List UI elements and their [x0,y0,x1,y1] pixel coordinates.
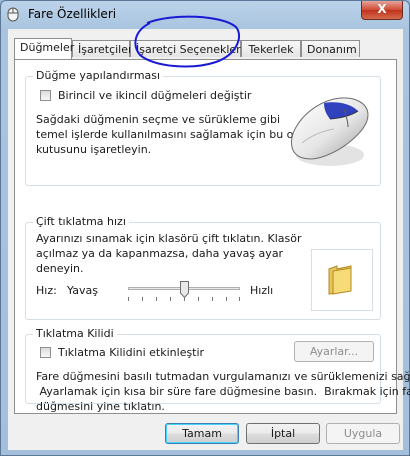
button-config-description-line-1: Sağdaki düğmenin seçme ve sürükleme gibi [36,113,281,126]
mouse-illustration [291,97,369,166]
click-lock-description-line-3: düğmesini yine tıklatın. [36,400,165,413]
speed-label: Hız: [36,284,57,297]
slider-tick [198,297,199,301]
slider-tick [239,297,240,301]
mouse-app-icon [7,7,19,22]
window-title: Fare Özellikleri [28,7,117,21]
cancel-button[interactable]: İptal [246,423,320,444]
tab-hardware[interactable]: Donanım [301,40,360,57]
slider-thumb[interactable] [179,281,189,298]
button-config-description-line-2: temel işlerde kullanılmasını sağlamak iç… [36,128,314,141]
double-click-description-line-3: deneyin. [36,262,84,275]
tab-panel-buttons: Düğme yapılandırması Birincil ve ikincil… [14,59,410,414]
close-button[interactable]: X [361,1,403,20]
tab-buttons[interactable]: Düğmeler [14,38,74,59]
tab-pointers[interactable]: İşaretçiler [72,40,133,57]
apply-button[interactable]: Uygula [326,423,400,444]
tab-pointer-options[interactable]: İşaretçi Seçenekleri [130,40,244,57]
click-lock-group: Tıklatma Kilidi Tıklatma Kilidini etkinl… [25,327,410,413]
slider-tick [142,297,143,301]
slow-label: Yavaş [67,284,98,297]
click-lock-description-line-1: Fare düğmesini basılı tutmadan vurgulama… [36,370,410,383]
slider-tick [226,297,227,301]
click-lock-description-line-2: Ayarlamak için kısa bir süre fare düğmes… [36,385,410,398]
slider-tick [128,297,129,301]
button-config-description-line-3: kutusunu işaretleyin. [36,143,152,156]
double-click-speed-slider[interactable] [126,281,242,305]
test-folder-box[interactable] [311,249,373,311]
title-bar[interactable]: Fare Özellikleri X [1,1,409,29]
folder-icon[interactable] [327,263,355,295]
double-click-description-line-2: açılmaz ya da kapanmazsa, daha yavaş aya… [36,247,284,260]
click-lock-checkbox[interactable] [40,347,51,358]
click-lock-title: Tıklatma Kilidi [33,327,117,340]
settings-button[interactable]: Ayarlar... [294,341,374,362]
mouse-properties-window: Fare Özellikleri X Düğmeler İşaretçiler … [0,0,410,456]
switch-buttons-label[interactable]: Birincil ve ikincil düğmeleri değiştir [58,88,251,103]
tab-wheel[interactable]: Tekerlek [241,40,301,57]
button-configuration-title: Düğme yapılandırması [33,69,164,82]
double-click-description-line-1: Ayarınızı sınamak için klasörü çift tıkl… [36,232,302,245]
slider-tick [212,297,213,301]
slider-tick [156,297,157,301]
double-click-speed-group: Çift tıklatma hızı Ayarınızı sınamak içi… [25,215,381,320]
double-click-speed-title: Çift tıklatma hızı [33,215,129,228]
click-lock-label[interactable]: Tıklatma Kilidini etkinleştir [58,345,204,360]
switch-buttons-checkbox[interactable] [40,90,51,101]
ok-button[interactable]: Tamam [165,423,239,444]
slider-tick [170,297,171,301]
button-configuration-group: Düğme yapılandırması Birincil ve ikincil… [25,69,381,186]
fast-label: Hızlı [250,284,274,297]
dialog-client-area: Düğmeler İşaretçiler İşaretçi Seçenekler… [8,29,410,450]
